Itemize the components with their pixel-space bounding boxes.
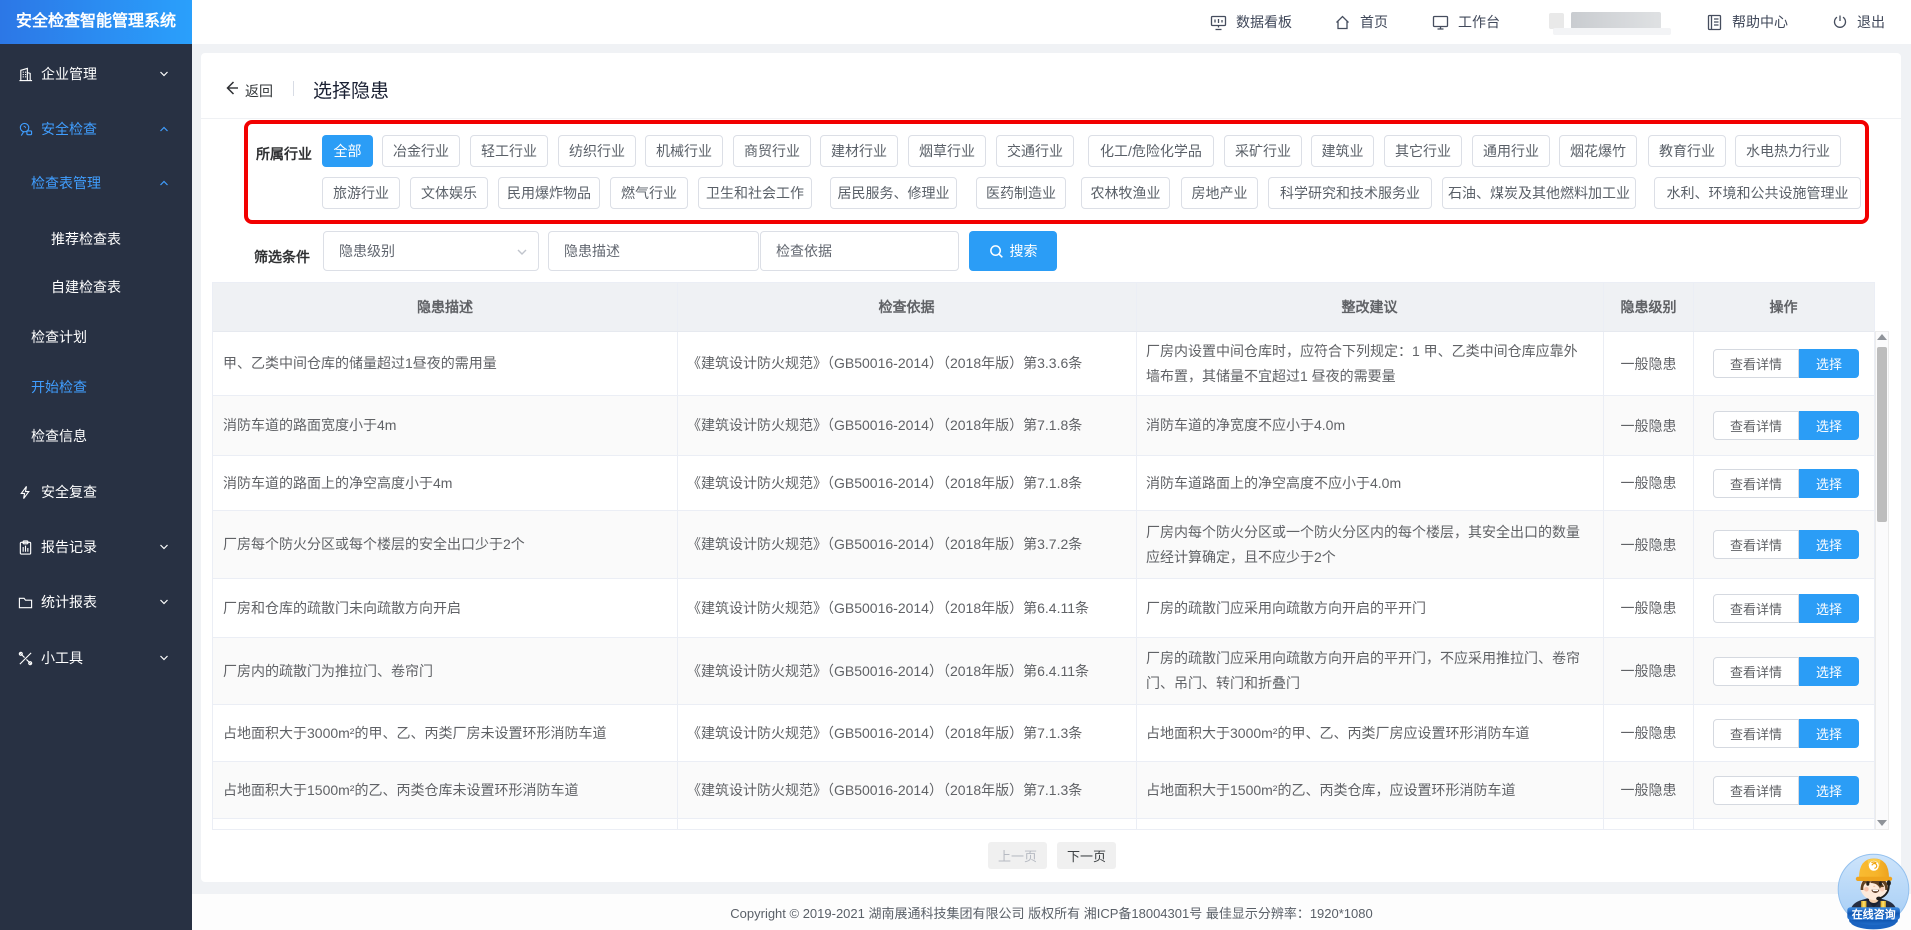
svg-text:在线咨询: 在线咨询 <box>1852 907 1896 921</box>
